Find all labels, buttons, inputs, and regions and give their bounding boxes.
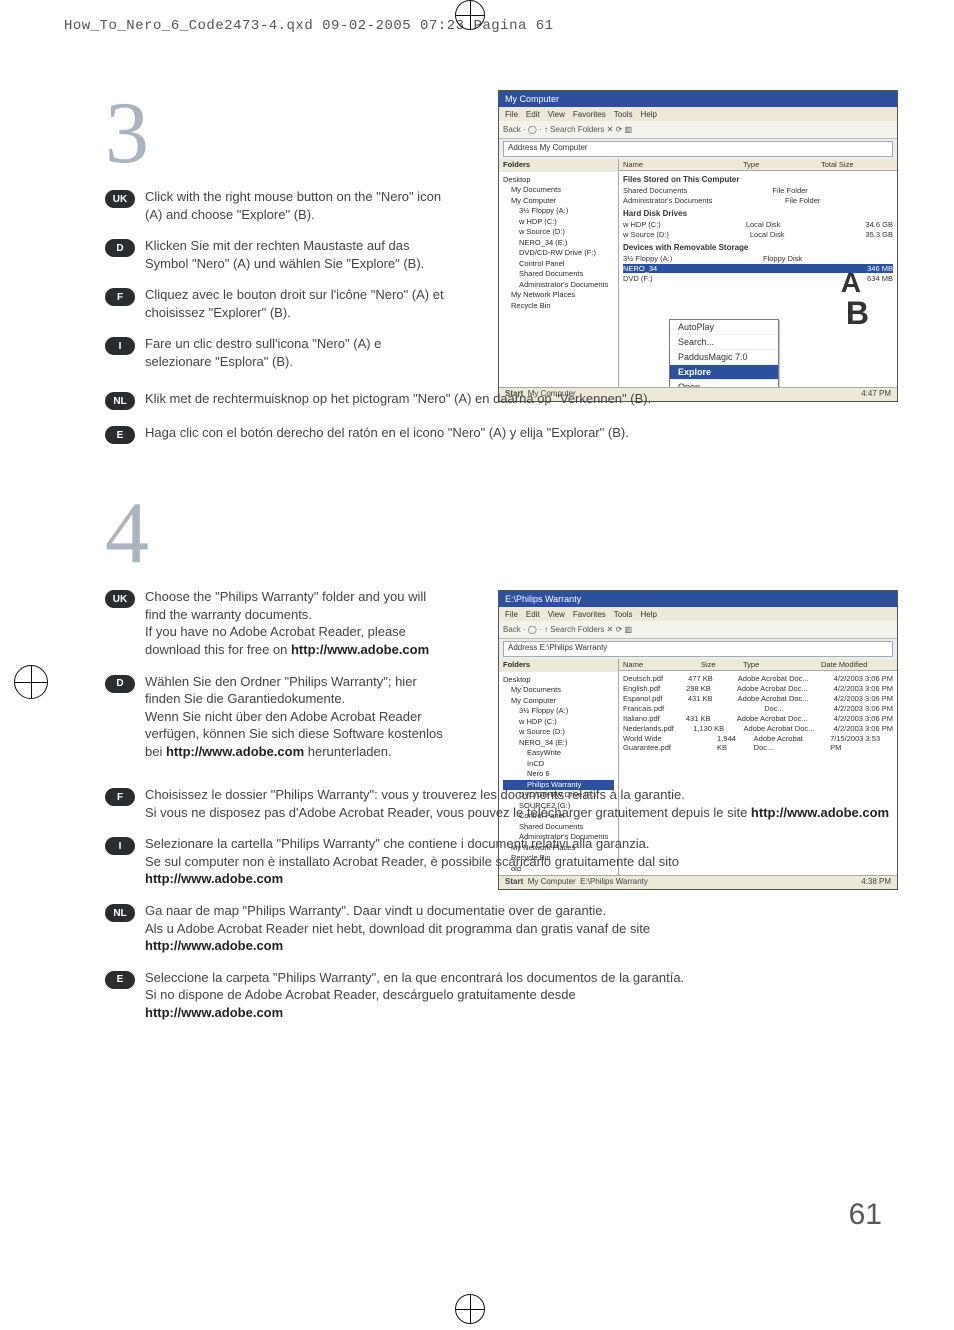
crop-crosshair-left	[14, 665, 48, 699]
crop-crosshair-bottom	[455, 1294, 485, 1324]
lang-pill-f: F	[105, 788, 135, 806]
i-text-3: Fare un clic destro sull'icona "Nero" (A…	[145, 335, 445, 370]
lang-pill-nl: NL	[105, 392, 135, 410]
page-number: 61	[849, 1198, 882, 1232]
nl-text-3: Klik met de rechtermuisknop op het picto…	[145, 390, 897, 408]
lang-pill-d: D	[105, 675, 135, 693]
lang-pill-d: D	[105, 239, 135, 257]
lang-pill-i: I	[105, 337, 135, 355]
nl-text-4: Ga naar de map "Philips Warranty". Daar …	[145, 902, 897, 955]
lang-pill-uk: UK	[105, 190, 135, 208]
lang-pill-uk: UK	[105, 590, 135, 608]
step-4-number: 4	[105, 490, 897, 578]
step-3-number: 3	[105, 90, 897, 178]
d-text-3: Klicken Sie mit der rechten Maustaste au…	[145, 237, 445, 272]
e-text-3: Haga clic con el botón derecho del ratón…	[145, 424, 897, 442]
f-text-3: Cliquez avec le bouton droit sur l'icône…	[145, 286, 445, 321]
lang-pill-nl: NL	[105, 904, 135, 922]
lang-pill-f: F	[105, 288, 135, 306]
e-text-4: Seleccione la carpeta "Philips Warranty"…	[145, 969, 897, 1022]
crop-crosshair-top	[455, 0, 485, 30]
f-text-4: Choisissez le dossier "Philips Warranty"…	[145, 786, 897, 821]
lang-pill-i: I	[105, 837, 135, 855]
d-text-4: Wählen Sie den Ordner "Philips Warranty"…	[145, 673, 445, 761]
lang-pill-e: E	[105, 426, 135, 444]
uk-text-4: Choose the "Philips Warranty" folder and…	[145, 588, 445, 658]
uk-text-3: Click with the right mouse button on the…	[145, 188, 445, 223]
lang-pill-e: E	[105, 971, 135, 989]
i-text-4: Selezionare la cartella "Philips Warrant…	[145, 835, 897, 888]
